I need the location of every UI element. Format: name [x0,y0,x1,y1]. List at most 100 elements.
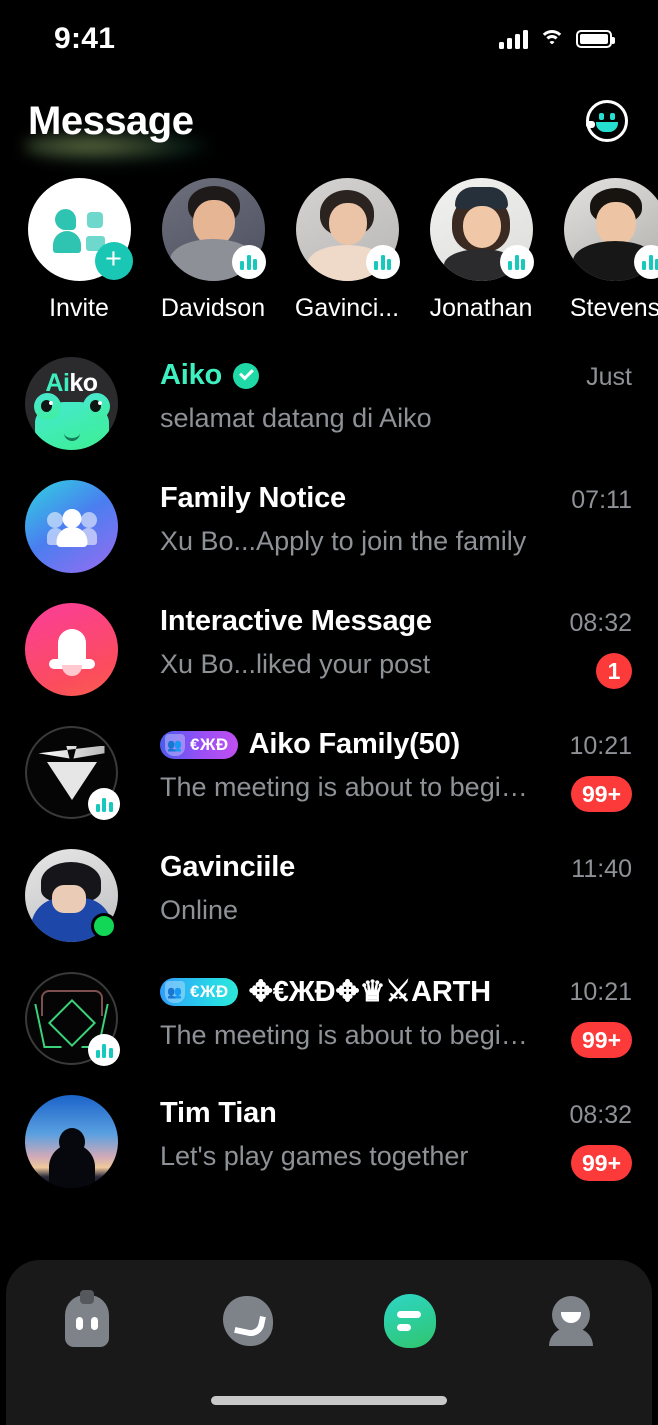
status-bar-icons [499,29,615,49]
conversation-title: Family Notice [160,482,536,515]
unread-badge: 1 [596,653,632,689]
bottom-tab-bar[interactable] [6,1260,652,1425]
discover-icon [223,1296,274,1346]
status-bar: 9:41 [0,0,658,78]
invite-avatar-wrap[interactable]: + [27,178,133,281]
list-item-content: 👥 €ЖÐ ✥€ЖÐ✥♛⚔ARTH The meeting is about t… [118,968,536,1051]
smiley-mouth [596,122,618,132]
story-name: Davidson [160,294,266,322]
tab-message[interactable] [329,1290,491,1352]
wifi-icon [539,29,565,49]
aiko-mascot-avatar: Aiko [25,357,118,450]
story-avatar-wrap[interactable] [563,178,658,281]
conversation-name: Aiko [160,359,223,391]
conversation-preview: The meeting is about to begin... [160,772,536,802]
avatar[interactable] [25,726,120,820]
conversation-time: 07:11 [571,486,632,514]
aiko-wordmark: Aiko [45,369,98,397]
live-audio-icon [499,245,534,279]
unread-badge: 99+ [570,776,632,812]
avatar[interactable] [25,1095,118,1188]
conversation-name: Family Notice [160,482,346,514]
conversation-time: Just [586,363,632,391]
story-name: Gavinci... [294,294,400,322]
list-item-meta: Just [536,353,632,392]
story-item-gavinci[interactable]: Gavinci... [280,178,414,323]
list-item-content: Gavinciile Online [118,845,536,926]
family-notice-avatar [25,480,118,573]
live-audio-icon [88,1034,120,1066]
list-item[interactable]: 👥 €ЖÐ ✥€ЖÐ✥♛⚔ARTH The meeting is about t… [0,968,658,1091]
list-item[interactable]: Gavinciile Online 11:40 [0,845,658,968]
story-item-jonathan[interactable]: Jonathan [414,178,548,323]
list-item[interactable]: Interactive Message Xu Bo...liked your p… [0,599,658,722]
story-name: Invite [49,294,109,322]
conversation-preview: Let's play games together [160,1141,469,1171]
bell-icon [48,625,95,676]
list-item-meta: 08:32 99+ [536,1091,632,1181]
tim-tian-avatar [25,1095,118,1188]
page-title-wrap: Message [24,98,210,163]
profile-icon [547,1296,595,1346]
unread-badge: 99+ [570,1022,632,1058]
page-title: Message [28,98,194,143]
list-item[interactable]: 👥 €ЖÐ Aiko Family(50) The meeting is abo… [0,722,658,845]
conversation-title: Gavinciile [160,851,536,884]
story-name: Jonathan [429,294,533,322]
conversation-name: Aiko Family(50) [248,728,460,760]
list-item-meta: 11:40 [536,845,632,884]
conversation-name: ✥€ЖÐ✥♛⚔ARTH [248,976,491,1008]
list-item[interactable]: Tim Tian Let's play games together 08:32… [0,1091,658,1214]
story-name: Stevens [569,294,658,322]
conversation-time: 08:32 [569,1101,632,1129]
list-item[interactable]: Aiko Aiko selamat datang di Aiko Just [0,353,658,476]
story-item-davidson[interactable]: Davidson [146,178,280,323]
conversation-time: 08:32 [569,609,632,637]
conversation-preview: Online [160,895,239,925]
conversation-title: 👥 €ЖÐ ✥€ЖÐ✥♛⚔ARTH [160,974,536,1009]
tab-home[interactable] [6,1290,168,1352]
status-bar-time: 9:41 [54,22,116,55]
avatar[interactable] [25,603,118,696]
smiley-eye-left [599,113,604,120]
story-avatar-wrap[interactable] [161,178,266,281]
list-item[interactable]: Family Notice Xu Bo...Apply to join the … [0,476,658,599]
avatar[interactable] [25,972,120,1066]
conversation-preview: Xu Bo...liked your post [160,649,431,679]
unread-badge: 99+ [570,1145,632,1181]
page-header: Message [0,78,658,164]
conversation-title: Tim Tian [160,1097,536,1130]
tab-profile[interactable] [491,1290,653,1352]
group-tag-text: €ЖÐ [190,734,229,754]
list-item-meta: 07:11 [536,476,632,515]
people-icon [53,207,105,253]
avatar[interactable] [25,480,118,573]
list-item-content: Aiko selamat datang di Aiko [118,353,536,434]
conversation-time: 11:40 [571,855,632,883]
story-item-stevens[interactable]: Stevens [548,178,658,323]
plus-icon[interactable]: + [94,242,133,280]
avatar[interactable]: Aiko [25,357,118,450]
conversation-preview: Xu Bo...Apply to join the family [160,526,527,556]
list-item-meta: 10:21 99+ [536,722,632,812]
list-item-content: 👥 €ЖÐ Aiko Family(50) The meeting is abo… [118,722,536,803]
conversation-name: Tim Tian [160,1097,277,1129]
tab-discover[interactable] [168,1290,330,1352]
live-audio-icon [231,245,266,279]
shield-icon: 👥 [165,980,185,1003]
verified-badge-icon [233,362,260,389]
conversation-time: 10:21 [569,978,632,1006]
conversation-preview: The meeting is about to begin... [160,1020,536,1050]
conversation-list[interactable]: Aiko Aiko selamat datang di Aiko Just Fa… [0,353,658,1214]
shield-icon: 👥 [165,733,185,756]
story-avatar-wrap[interactable] [429,178,534,281]
conversation-title: Aiko [160,359,536,392]
conversation-name: Gavinciile [160,851,296,883]
avatar[interactable] [25,849,118,942]
smiley-face-icon[interactable] [586,100,628,142]
home-indicator [211,1396,447,1405]
conversation-name: Interactive Message [160,605,432,637]
story-avatar-wrap[interactable] [295,178,400,281]
stories-row[interactable]: + Invite Davidson Gavinci... Jonathan St… [0,164,658,323]
story-item-invite[interactable]: + Invite [12,178,146,323]
